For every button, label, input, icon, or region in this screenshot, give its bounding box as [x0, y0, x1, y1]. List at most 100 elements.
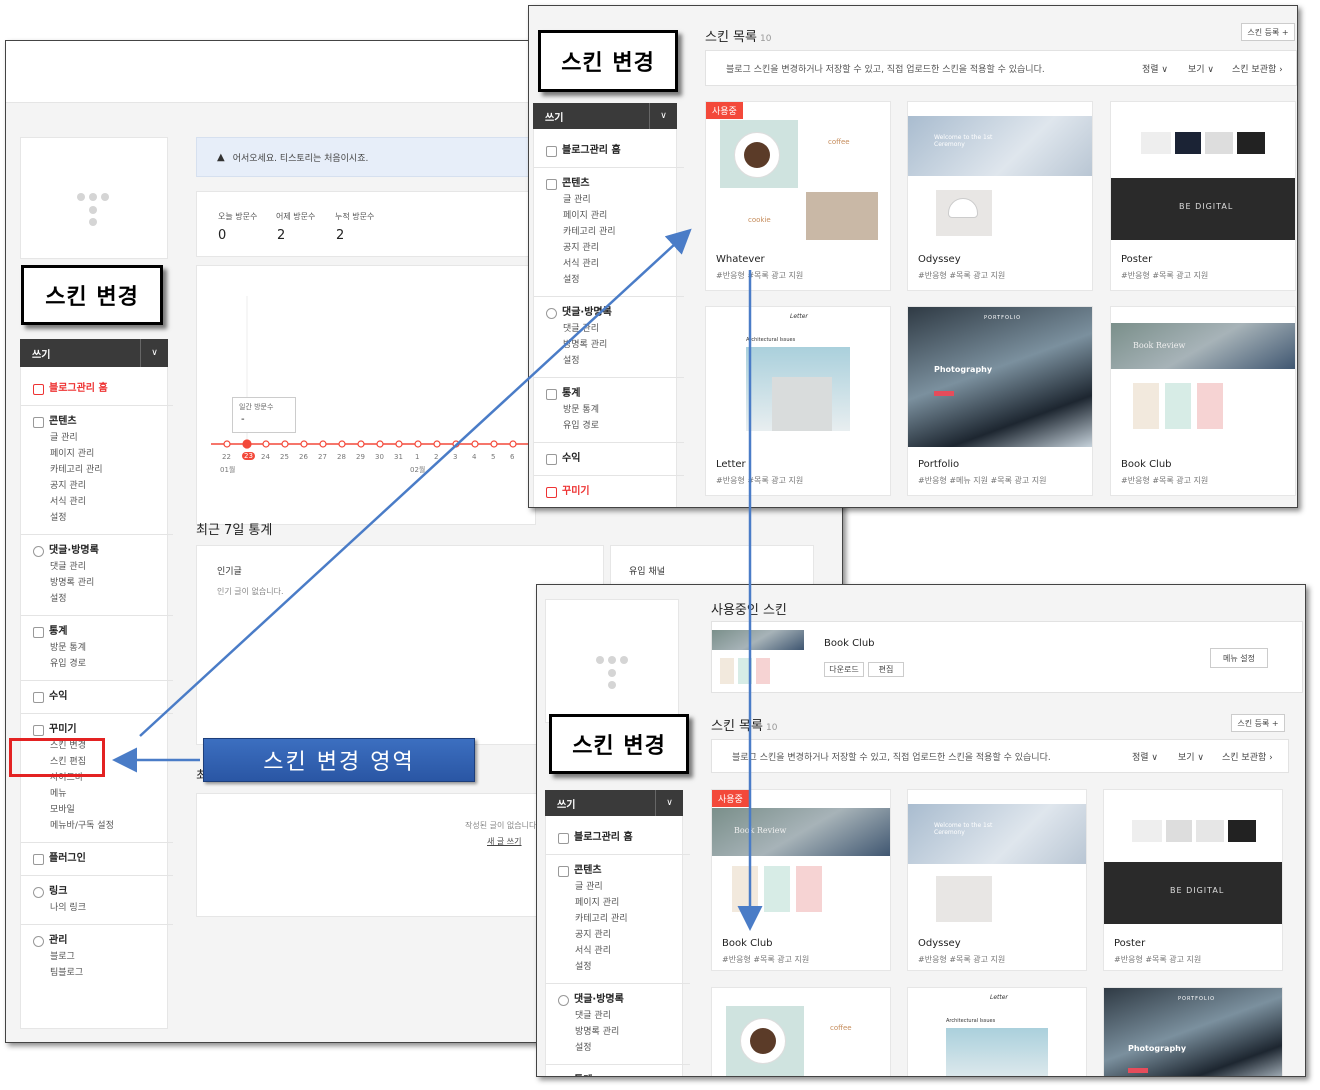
plugin-icon	[33, 853, 44, 865]
sidebar-item-my-links[interactable]: 나의 링크	[33, 900, 161, 916]
sort-dropdown-top[interactable]: 정렬 ∨	[1142, 62, 1168, 75]
view-dropdown-top[interactable]: 보기 ∨	[1188, 62, 1214, 75]
sidebar-item-blog[interactable]: 블로그	[33, 949, 161, 965]
skin-storage-link-top[interactable]: 스킨 보관함 ›	[1232, 62, 1283, 75]
write-dropdown-toggle[interactable]: ∨	[140, 339, 168, 367]
sidebar-item-team-blog[interactable]: 팀블로그	[33, 965, 161, 981]
document-icon	[33, 416, 44, 428]
edit-button[interactable]: 편집	[868, 662, 904, 677]
sidebar-item-inflow[interactable]: 유입 경로	[33, 656, 161, 672]
skin-card-poster[interactable]: BE DIGITAL Poster #반응형 #목록 광고 지원	[1110, 101, 1296, 291]
comment-icon	[558, 994, 569, 1006]
document-icon	[558, 865, 569, 877]
skin-card-letter-bottom[interactable]: Letter Architectural Issues	[907, 987, 1087, 1076]
current-skin-box: Book Club 다운로드 편집 메뉴 설정	[711, 621, 1303, 693]
sidebar-group-contents[interactable]: 콘텐츠	[33, 414, 161, 430]
new-post-link[interactable]: 새 글 쓰기	[487, 836, 522, 847]
sort-dropdown-bottom[interactable]: 정렬 ∨	[1132, 750, 1158, 763]
view-dropdown-bottom[interactable]: 보기 ∨	[1178, 750, 1204, 763]
stat-today-value: 0	[218, 228, 227, 243]
home-icon	[558, 832, 569, 844]
skin-card-book-club-bottom[interactable]: Book Review 사용중 Book Club #반응형 #목록 광고 지원	[711, 789, 891, 971]
skin-card-whatever-bottom[interactable]: coffee	[711, 987, 891, 1076]
sidebar-menu: 블로그관리 홈 콘텐츠 글 관리 페이지 관리 카테고리 관리 공지 관리 서식…	[21, 373, 173, 981]
sidebar-item-notices[interactable]: 공지 관리	[33, 478, 161, 494]
recent-stats-title: 최근 7일 통계	[196, 523, 273, 538]
comment-icon	[546, 307, 557, 319]
bar-chart-icon	[546, 388, 557, 400]
chart-month-right: 02월	[410, 466, 426, 474]
visit-stats-box	[196, 191, 536, 257]
skin-card-portfolio[interactable]: PORTFOLIO Photography Portfolio #반응형 #메뉴…	[907, 306, 1093, 496]
design-menu-highlight	[9, 738, 105, 777]
sidebar-group-links[interactable]: 링크	[33, 884, 161, 900]
sidebar-group-design[interactable]: 꾸미기	[33, 722, 161, 738]
sidebar-item-comments-settings[interactable]: 설정	[33, 591, 161, 607]
sidebar-item-categories[interactable]: 카테고리 관리	[33, 462, 161, 478]
welcome-notice: ▲ 어서오세요. 티스토리는 처음이시죠.	[196, 137, 536, 177]
sidebar-home[interactable]: 블로그관리 홈	[33, 381, 161, 397]
sidebar-group-contents-top[interactable]: 콘텐츠	[546, 176, 672, 192]
stat-total-value: 2	[336, 228, 345, 243]
sidebar-item-mobile[interactable]: 모바일	[33, 802, 161, 818]
sidebar-item-pages[interactable]: 페이지 관리	[33, 446, 161, 462]
popular-title: 인기글	[217, 567, 242, 577]
sidebar-home-top[interactable]: 블로그관리 홈	[546, 143, 672, 159]
write-button-top[interactable]: 쓰기 ∨	[533, 103, 677, 129]
skin-card-poster-bottom[interactable]: BE DIGITAL Poster #반응형 #목록 광고 지원	[1103, 789, 1283, 971]
sidebar-item-menu[interactable]: 메뉴	[33, 786, 161, 802]
sidebar-item-menubar[interactable]: 메뉴바/구독 설정	[33, 818, 161, 834]
sidebar-item-comments[interactable]: 댓글 관리	[33, 559, 161, 575]
sidebar-group-stats[interactable]: 통계	[33, 624, 161, 640]
document-icon	[546, 178, 557, 190]
gear-icon	[33, 935, 44, 947]
revenue-icon	[546, 453, 557, 465]
write-label: 쓰기	[32, 349, 51, 361]
sidebar-item-guestbook[interactable]: 방명록 관리	[33, 575, 161, 591]
skin-card-portfolio-bottom[interactable]: PORTFOLIO Photography	[1103, 987, 1283, 1076]
write-button[interactable]: 쓰기 ∨	[20, 339, 168, 367]
sidebar-item-templates[interactable]: 서식 관리	[33, 494, 161, 510]
revenue-icon	[33, 691, 44, 703]
skin-card-letter[interactable]: Letter Architectural Issues Letter #반응형 …	[705, 306, 891, 496]
sidebar-top: 블로그관리 홈 콘텐츠 글 관리 페이지 관리 카테고리 관리 공지 관리 서식…	[533, 129, 684, 507]
sidebar-bottom: 블로그관리 홈 콘텐츠 글 관리 페이지 관리 카테고리 관리 공지 관리 서식…	[545, 816, 690, 1076]
sidebar-group-revenue[interactable]: 수익	[33, 689, 161, 705]
download-button[interactable]: 다운로드	[824, 662, 864, 677]
callout-skin-change-left: 스킨 변경	[21, 265, 163, 325]
inflow-title: 유입 채널	[629, 567, 665, 577]
stat-total-label: 누적 방문수	[335, 212, 375, 221]
stat-yesterday-value: 2	[277, 228, 286, 243]
in-use-badge: 사용중	[706, 102, 743, 119]
home-icon	[546, 145, 557, 157]
sidebar-item-posts[interactable]: 글 관리	[33, 430, 161, 446]
skin-card-odyssey[interactable]: Welcome to the 1st Ceremony Odyssey #반응형…	[907, 101, 1093, 291]
skin-storage-link-bottom[interactable]: 스킨 보관함 ›	[1222, 750, 1273, 763]
skin-card-whatever[interactable]: coffee cookie 사용중 Whatever #반응형 #목록 광고 지…	[705, 101, 891, 291]
bar-chart-icon	[33, 626, 44, 638]
warning-icon: ▲	[217, 151, 225, 163]
avatar-box-bottom	[545, 599, 679, 723]
sidebar-group-plugins[interactable]: 플러그인	[33, 851, 161, 867]
sidebar-group-comments[interactable]: 댓글·방명록	[33, 543, 161, 559]
visit-chart	[196, 265, 536, 525]
sidebar-item-contents-settings[interactable]: 설정	[33, 510, 161, 526]
write-button-bottom[interactable]: 쓰기 ∨	[545, 790, 683, 816]
comment-icon	[33, 545, 44, 557]
skin-register-button-top[interactable]: 스킨 등록 +	[1241, 23, 1295, 41]
no-posts-text: 작성된 글이 없습니다	[465, 821, 537, 830]
skin-register-button-bottom[interactable]: 스킨 등록 +	[1231, 714, 1285, 732]
skin-card-book-club[interactable]: Book Review Book Club #반응형 #목록 광고 지원	[1110, 306, 1296, 496]
skin-card-odyssey-bottom[interactable]: Welcome to the 1st Ceremony Odyssey #반응형…	[907, 789, 1087, 971]
skin-info-bar-top: 블로그 스킨을 변경하거나 저장할 수 있고, 직접 업로드한 스킨을 적용할 …	[705, 50, 1297, 86]
sidebar-group-admin[interactable]: 관리	[33, 933, 161, 949]
callout-skin-change-region: 스킨 변경 영역	[203, 738, 475, 782]
sidebar-item-visit-stats[interactable]: 방문 통계	[33, 640, 161, 656]
bar-chart-icon	[558, 1075, 569, 1076]
skin-list-header-bottom: 스킨 목록 10	[711, 719, 778, 734]
sidebar: 블로그관리 홈 콘텐츠 글 관리 페이지 관리 카테고리 관리 공지 관리 서식…	[20, 367, 173, 1029]
current-skin-name: Book Club	[824, 638, 875, 649]
menu-setting-button[interactable]: 메뉴 설정	[1210, 648, 1268, 668]
current-skin-header: 사용중인 스킨	[711, 603, 787, 618]
skin-list-header-top: 스킨 목록 10	[705, 30, 772, 45]
